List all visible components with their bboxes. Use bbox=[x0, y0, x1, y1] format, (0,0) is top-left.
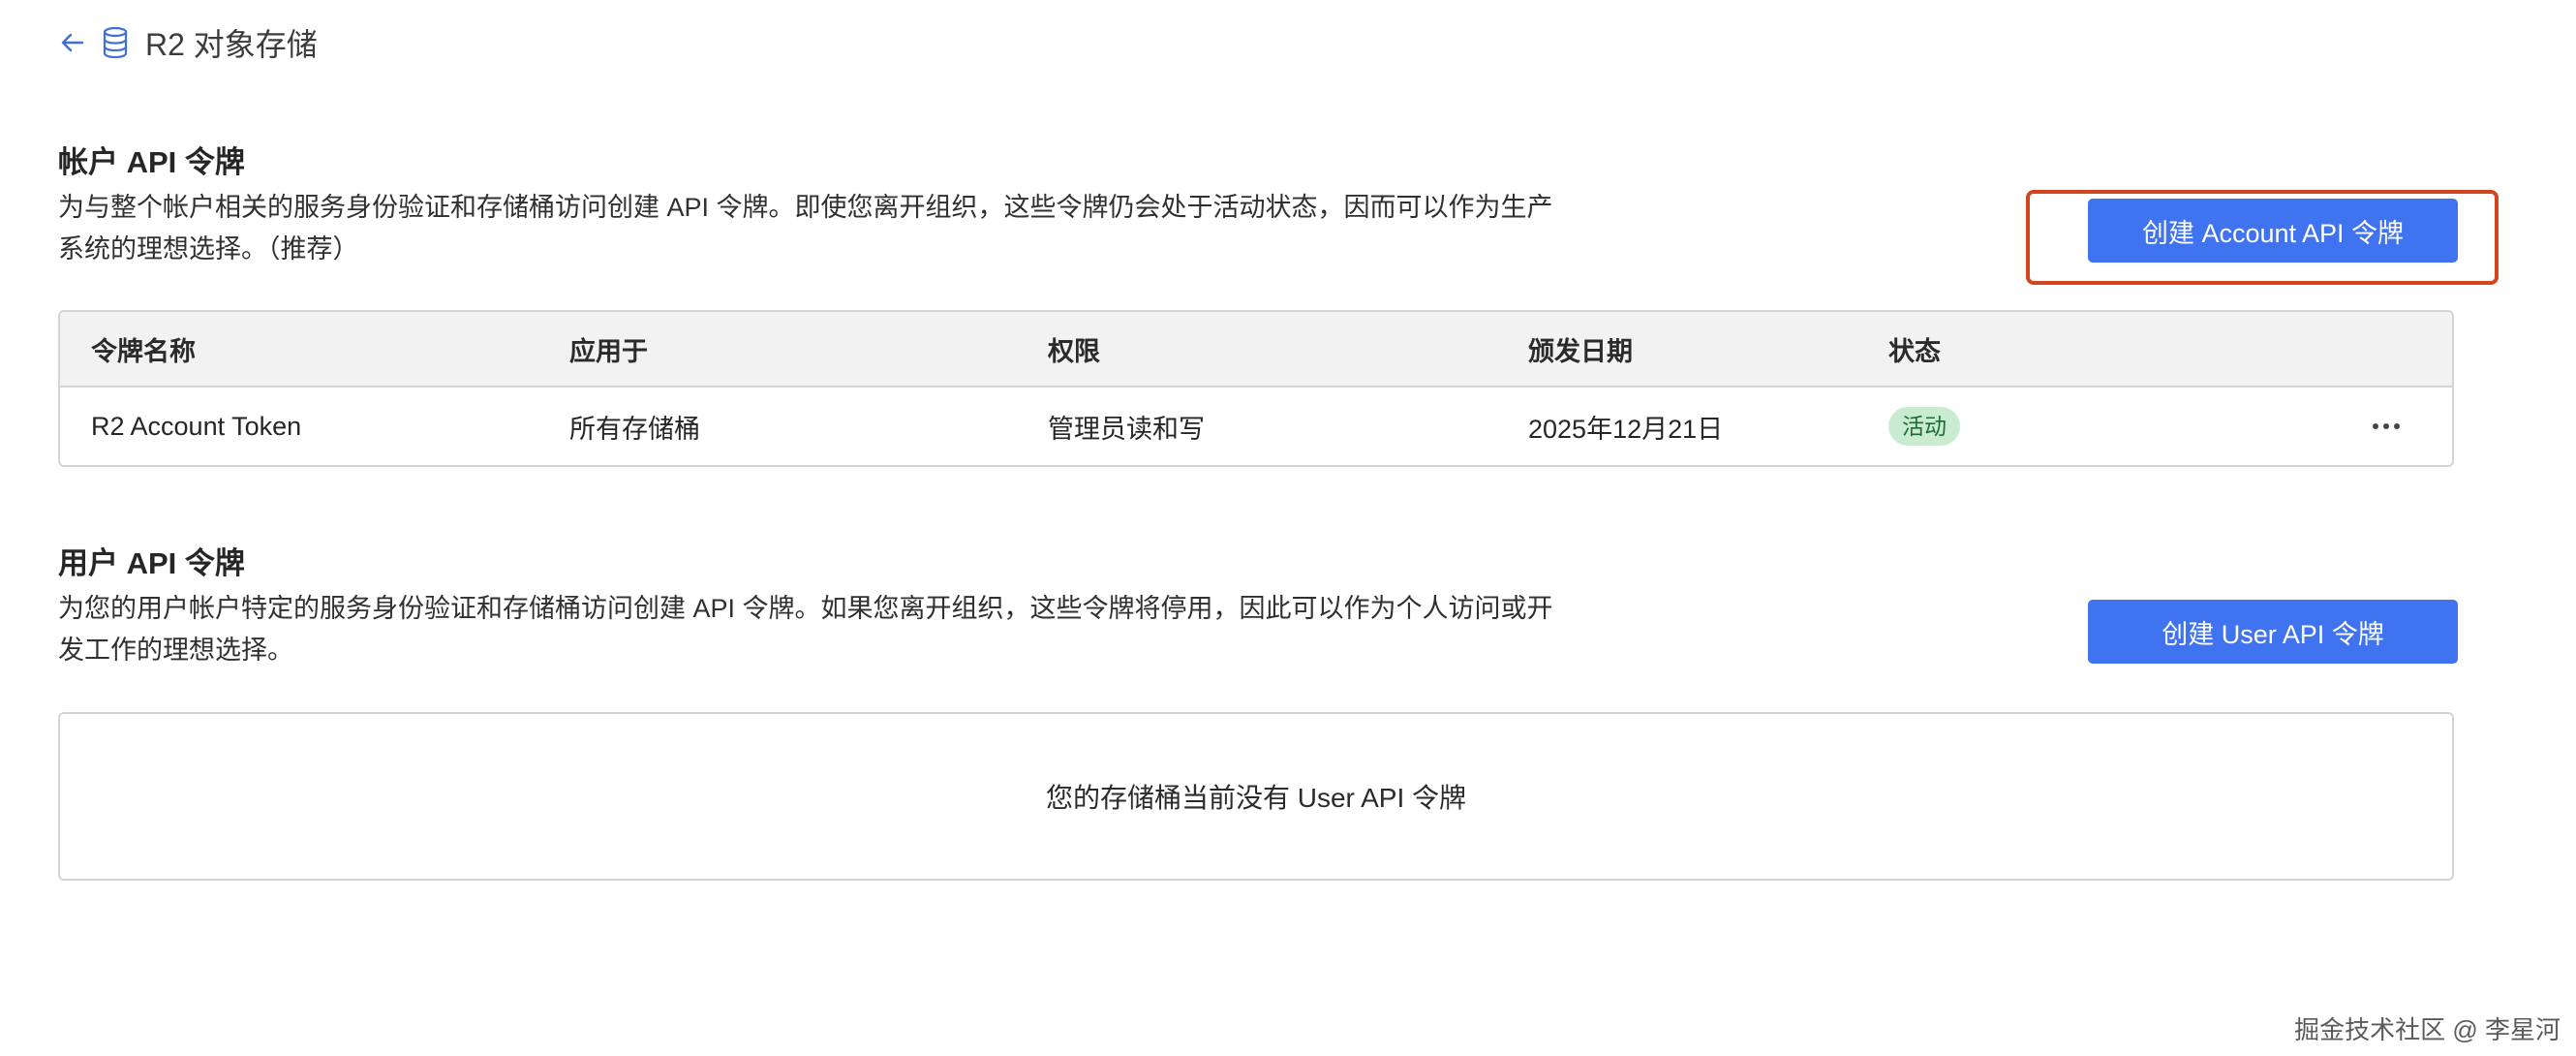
section-description: 为您的用户帐户特定的服务身份验证和存储桶访问创建 API 令牌。如果您离开组织，… bbox=[58, 588, 1608, 671]
more-horizontal-icon[interactable] bbox=[2365, 416, 2407, 437]
empty-state-message: 您的存储桶当前没有 User API 令牌 bbox=[1045, 783, 1467, 813]
arrow-left-icon bbox=[58, 28, 87, 57]
breadcrumb: R2 对象存储 bbox=[58, 21, 318, 64]
section-title: 帐户 API 令牌 bbox=[58, 145, 245, 179]
status-badge: 活动 bbox=[1888, 407, 1960, 446]
back-link[interactable] bbox=[58, 28, 87, 57]
column-header-status: 状态 bbox=[1888, 336, 1941, 366]
table-header: 令牌名称 应用于 权限 颁发日期 状态 bbox=[60, 312, 2452, 388]
token-applies-to: 所有存储桶 bbox=[569, 414, 700, 444]
description-line: 发工作的理想选择。 bbox=[58, 636, 293, 665]
column-header-name: 令牌名称 bbox=[91, 336, 196, 366]
token-name: R2 Account Token bbox=[91, 411, 302, 441]
description-line: 为您的用户帐户特定的服务身份验证和存储桶访问创建 API 令牌。如果您离开组织，… bbox=[58, 594, 1553, 623]
section-description: 为与整个帐户相关的服务身份验证和存储桶访问创建 API 令牌。即使您离开组织，这… bbox=[58, 187, 1608, 270]
database-icon bbox=[101, 26, 130, 59]
table-row: R2 Account Token 所有存储桶 管理员读和写 2025年12月21… bbox=[60, 388, 2452, 465]
create-account-token-button[interactable]: 创建 Account API 令牌 bbox=[2088, 199, 2458, 263]
description-line: 系统的理想选择。（推荐） bbox=[58, 234, 359, 264]
breadcrumb-label[interactable]: R2 对象存储 bbox=[145, 20, 318, 65]
column-header-permission: 权限 bbox=[1048, 336, 1100, 366]
column-header-issued: 颁发日期 bbox=[1528, 336, 1633, 366]
token-permission: 管理员读和写 bbox=[1048, 414, 1205, 444]
user-tokens-empty-state: 您的存储桶当前没有 User API 令牌 bbox=[58, 712, 2454, 881]
section-title: 用户 API 令牌 bbox=[58, 546, 245, 580]
column-header-applies-to: 应用于 bbox=[569, 336, 648, 366]
account-tokens-table: 令牌名称 应用于 权限 颁发日期 状态 R2 Account Token 所有存… bbox=[58, 310, 2454, 467]
create-user-token-button[interactable]: 创建 User API 令牌 bbox=[2088, 600, 2458, 664]
description-line: 为与整个帐户相关的服务身份验证和存储桶访问创建 API 令牌。即使您离开组织，这… bbox=[58, 193, 1553, 222]
watermark: 掘金技术社区 @ 李星河 bbox=[2294, 1015, 2561, 1044]
row-actions-cell bbox=[2245, 416, 2452, 437]
token-status-cell: 活动 bbox=[1857, 407, 2245, 446]
token-issued-date: 2025年12月21日 bbox=[1528, 414, 1724, 444]
